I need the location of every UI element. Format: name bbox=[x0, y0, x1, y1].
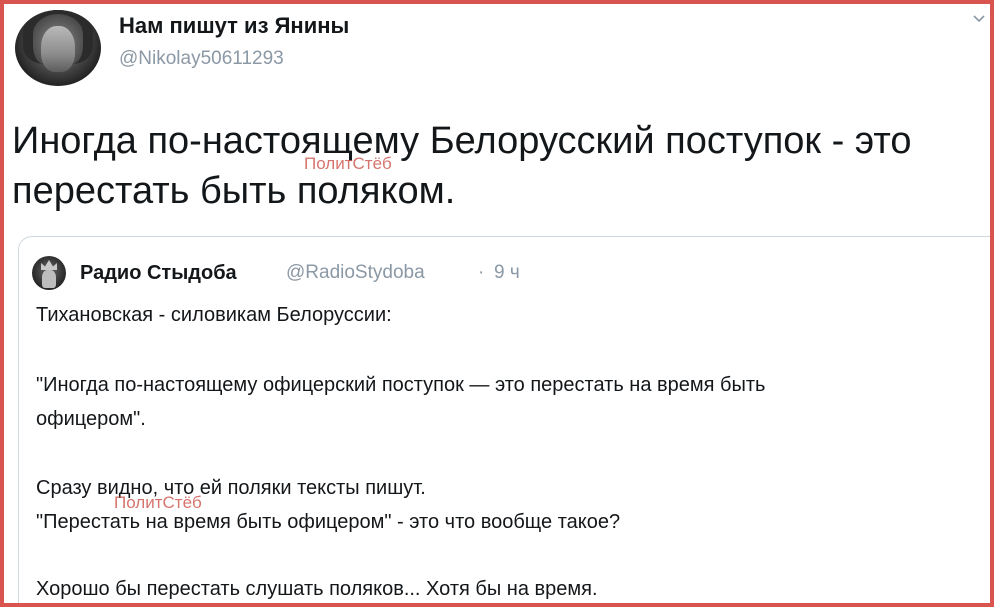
quoted-author-handle[interactable]: @RadioStydoba bbox=[286, 262, 425, 284]
tweet-text: Иногда по-настоящему Белорусский поступо… bbox=[12, 120, 912, 212]
chevron-down-icon[interactable] bbox=[972, 12, 986, 26]
quoted-tweet-card[interactable] bbox=[18, 236, 990, 603]
quoted-author-name[interactable]: Радио Стыдоба bbox=[80, 262, 237, 285]
timestamp-separator: · bbox=[478, 262, 485, 283]
quoted-text-line: "Перестать на время быть офицером" - это… bbox=[36, 511, 621, 533]
watermark-text: ПолитСтёб bbox=[114, 493, 202, 512]
quoted-text-line: Тихановская - силовикам Белоруссии: bbox=[36, 304, 392, 326]
quoted-text-line: "Иногда по-настоящему офицерский поступо… bbox=[36, 374, 766, 396]
quoted-author-avatar[interactable] bbox=[32, 256, 66, 290]
avatar-bust-shape bbox=[42, 270, 56, 288]
avatar-crown-shape bbox=[41, 260, 57, 270]
quoted-text-line: Сразу видно, что ей поляки тексты пишут. bbox=[36, 477, 426, 499]
author-handle[interactable]: @Nikolay50611293 bbox=[119, 48, 284, 70]
avatar-face-shape bbox=[41, 26, 75, 72]
author-avatar[interactable] bbox=[15, 10, 101, 86]
quoted-text-line: офицером". bbox=[36, 408, 146, 430]
author-name[interactable]: Нам пишут из Янины bbox=[119, 13, 349, 39]
watermark-text: ПолитСтёб bbox=[304, 154, 392, 173]
tweet-screenshot-frame: Нам пишут из Янины @Nikolay50611293 Иног… bbox=[0, 0, 994, 607]
quoted-text-line: Хорошо бы перестать слушать поляков... Х… bbox=[36, 578, 598, 600]
quoted-timestamp[interactable]: 9 ч bbox=[494, 262, 520, 284]
